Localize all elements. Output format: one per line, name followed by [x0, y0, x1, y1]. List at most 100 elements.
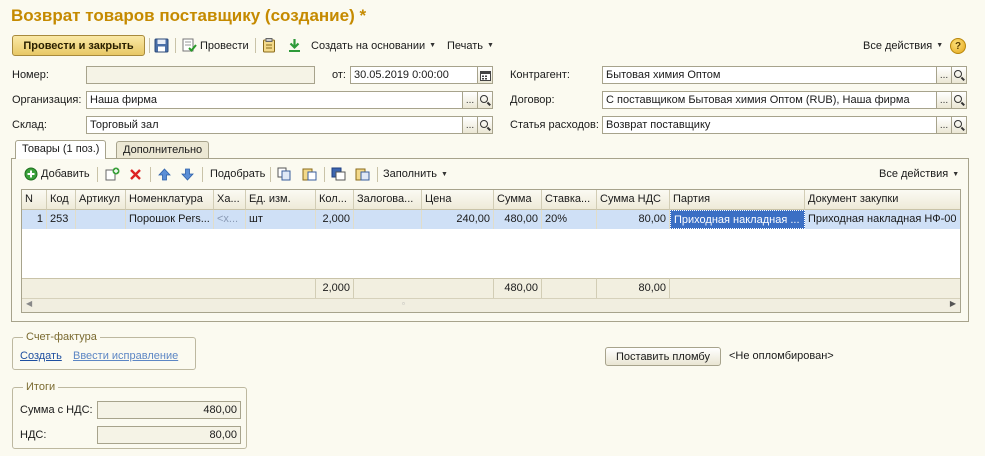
organization-open-button[interactable] — [478, 91, 493, 109]
total-sum: 480,00 — [494, 278, 542, 298]
sum-with-vat-label: Сумма с НДС: — [20, 404, 93, 416]
cell-quantity[interactable]: 2,000 — [316, 210, 354, 229]
scroll-right-icon[interactable]: ▶ — [950, 299, 956, 308]
column-header-batch[interactable]: Партия — [670, 190, 805, 210]
contract-open-button[interactable] — [952, 91, 967, 109]
counterparty-open-button[interactable] — [952, 66, 967, 84]
cell-price[interactable]: 240,00 — [422, 210, 494, 229]
warehouse-choose-button[interactable]: ... — [463, 116, 478, 134]
organization-field[interactable]: Наша фирма — [86, 91, 463, 109]
column-header-code[interactable]: Код — [47, 190, 76, 210]
expense-item-field[interactable]: Возврат поставщику — [602, 116, 937, 134]
counterparty-field[interactable]: Бытовая химия Оптом — [602, 66, 937, 84]
column-header-vat-rate[interactable]: Ставка... — [542, 190, 597, 210]
column-header-quantity[interactable]: Кол... — [316, 190, 354, 210]
column-header-nomenclature[interactable]: Номенклатура — [126, 190, 214, 210]
cell-vat-rate[interactable]: 20% — [542, 210, 597, 229]
print-button[interactable]: Печать ▼ — [447, 36, 494, 55]
copy-row-button[interactable] — [105, 165, 120, 183]
search-icon — [954, 95, 962, 103]
post-button[interactable]: Провести — [181, 36, 249, 55]
page-title: Возврат товаров поставщику (создание) * — [11, 6, 367, 25]
footer-spacer — [542, 278, 597, 298]
calendar-button[interactable] — [478, 66, 493, 84]
floppy-disk-icon — [154, 38, 169, 53]
copy-add-icon — [105, 167, 120, 181]
invoice-correction-link[interactable]: Ввести исправление — [73, 350, 178, 362]
column-header-deposit[interactable]: Залогова... — [354, 190, 422, 210]
paste-button[interactable] — [302, 165, 317, 183]
move-up-button[interactable] — [158, 165, 171, 183]
invoice-create-link[interactable]: Создать — [20, 350, 62, 362]
footer-spacer — [670, 278, 960, 298]
expense-item-open-button[interactable] — [952, 116, 967, 134]
cell-nomenclature[interactable]: Порошок Pers... — [126, 210, 214, 229]
add-row-button[interactable]: Добавить — [24, 165, 90, 183]
post-button-label: Провести — [200, 39, 249, 52]
all-actions-button[interactable]: Все действия ▼ — [863, 36, 943, 55]
paste-special-icon — [355, 168, 370, 181]
create-based-on-label: Создать на основании — [311, 39, 426, 52]
contract-label: Договор: — [510, 94, 555, 106]
column-header-article[interactable]: Артикул — [76, 190, 126, 210]
date-field[interactable]: 30.05.2019 0:00:00 — [350, 66, 478, 84]
column-header-price[interactable]: Цена — [422, 190, 494, 210]
grid-all-actions-button[interactable]: Все действия ▼ — [879, 165, 959, 183]
fill-button[interactable]: Заполнить ▼ — [383, 165, 448, 183]
column-header-n[interactable]: N — [22, 190, 47, 210]
clipboard-button[interactable] — [262, 36, 276, 55]
cell-article[interactable] — [76, 210, 126, 229]
structure-button[interactable] — [331, 165, 346, 183]
save-button[interactable] — [154, 36, 169, 55]
contract-choose-button[interactable]: ... — [937, 91, 952, 109]
move-down-button[interactable] — [181, 165, 194, 183]
column-header-characteristic[interactable]: Ха... — [214, 190, 246, 210]
calendar-icon — [479, 70, 491, 81]
expense-item-label: Статья расходов: — [510, 119, 599, 131]
scroll-left-icon[interactable]: ◀ — [26, 299, 32, 308]
toolbar-separator — [270, 167, 271, 182]
cell-vat-sum[interactable]: 80,00 — [597, 210, 670, 229]
cell-batch[interactable]: Приходная накладная ... — [670, 210, 805, 229]
warehouse-field[interactable]: Торговый зал — [86, 116, 463, 134]
scroll-thumb-grip-icon[interactable]: ▫ — [402, 299, 405, 308]
vat-field: 80,00 — [97, 426, 241, 444]
paste-icon — [302, 168, 317, 181]
counterparty-choose-button[interactable]: ... — [937, 66, 952, 84]
pick-button[interactable]: Подобрать — [210, 165, 265, 183]
cell-code[interactable]: 253 — [47, 210, 76, 229]
cell-characteristic[interactable]: <х... — [214, 210, 246, 229]
set-seal-button[interactable]: Поставить пломбу — [605, 347, 721, 366]
tab-additional[interactable]: Дополнительно — [116, 141, 210, 158]
column-header-vat-sum[interactable]: Сумма НДС — [597, 190, 670, 210]
horizontal-scrollbar[interactable]: ◀ ▫ ▶ — [22, 298, 960, 312]
cell-unit[interactable]: шт — [246, 210, 316, 229]
cell-sum[interactable]: 480,00 — [494, 210, 542, 229]
organization-choose-button[interactable]: ... — [463, 91, 478, 109]
goods-table[interactable]: N Код Артикул Номенклатура Ха... Ед. изм… — [21, 189, 961, 313]
column-header-unit[interactable]: Ед. изм. — [246, 190, 316, 210]
number-field[interactable] — [86, 66, 315, 84]
fill-label: Заполнить — [383, 168, 438, 180]
warehouse-open-button[interactable] — [478, 116, 493, 134]
post-and-close-button[interactable]: Провести и закрыть — [12, 35, 145, 56]
cell-deposit[interactable] — [354, 210, 422, 229]
cell-purchase-document[interactable]: Приходная накладная НФ-00 — [805, 210, 960, 229]
contract-field[interactable]: С поставщиком Бытовая химия Оптом (RUB),… — [602, 91, 937, 109]
tab-goods[interactable]: Товары (1 поз.) — [15, 140, 107, 159]
column-header-sum[interactable]: Сумма — [494, 190, 542, 210]
create-based-on-button[interactable]: Создать на основании ▼ — [287, 36, 436, 55]
organization-label: Организация: — [12, 94, 82, 106]
chevron-down-icon: ▼ — [936, 42, 944, 49]
expense-item-choose-button[interactable]: ... — [937, 116, 952, 134]
copy-documents-button[interactable] — [277, 165, 292, 183]
column-header-purchase-document[interactable]: Документ закупки — [805, 190, 960, 210]
seal-status: <Не опломбирован> — [729, 350, 834, 362]
delete-row-button[interactable] — [129, 165, 142, 183]
post-document-icon — [182, 38, 197, 52]
cell-n[interactable]: 1 — [22, 210, 47, 229]
paste-special-button[interactable] — [355, 165, 370, 183]
help-icon[interactable]: ? — [950, 38, 966, 54]
chevron-down-icon: ▼ — [429, 42, 437, 49]
chevron-down-icon: ▼ — [487, 42, 494, 49]
